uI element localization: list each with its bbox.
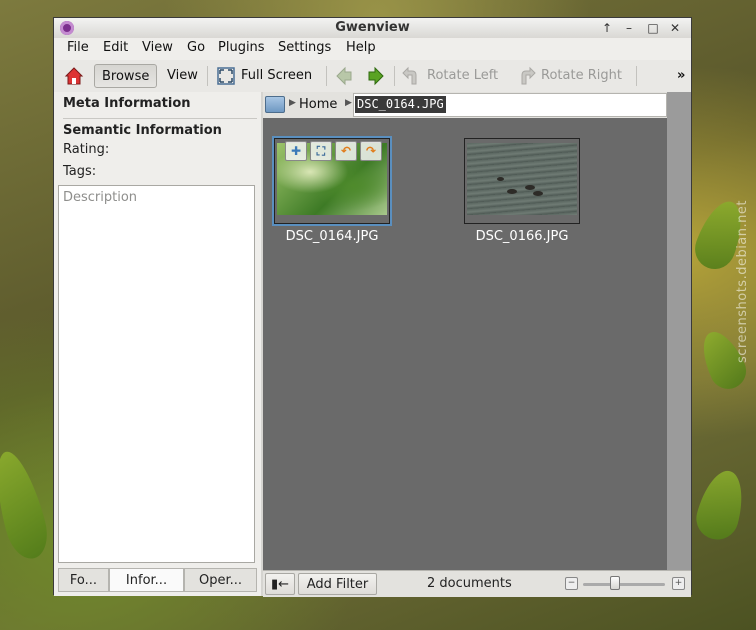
maximize-icon[interactable]: □ [645, 20, 661, 36]
sidebar: Meta Information Semantic Information Ra… [54, 92, 261, 596]
thumbnail-view: ▶ Home ▶ DSC_0164.JPG ✚ ⛶ ↶ ↷ DSC_0164.J… [263, 92, 691, 597]
breadcrumb-separator-icon: ▶ [289, 98, 296, 108]
toggle-sidebar-button[interactable]: ▮← [265, 573, 295, 595]
vertical-scrollbar[interactable] [667, 92, 691, 570]
tab-folders[interactable]: Fo... [58, 568, 109, 592]
previous-arrow-icon[interactable] [335, 64, 355, 88]
arrow-up-icon[interactable]: ↑ [599, 20, 615, 36]
toolbar-separator [207, 66, 208, 86]
next-arrow-icon[interactable] [365, 64, 385, 88]
minimize-icon[interactable]: – [621, 20, 637, 36]
menu-edit[interactable]: Edit [103, 40, 128, 55]
view-button[interactable]: View [167, 64, 198, 88]
rotate-right-icon[interactable]: ↷ [360, 141, 382, 161]
main-toolbar: Browse View Full Screen Rotate Left Rota… [54, 60, 691, 93]
fullscreen-icon[interactable] [216, 64, 236, 88]
background-leaf [691, 465, 751, 545]
divider [63, 118, 257, 119]
window-title: Gwenview [335, 20, 410, 35]
description-textarea[interactable]: Description [58, 185, 255, 563]
path-selected-text: DSC_0164.JPG [355, 96, 446, 113]
thumbnail-caption: DSC_0166.JPG [475, 229, 569, 244]
places-folder-icon[interactable] [265, 96, 285, 113]
tab-information[interactable]: Infor... [109, 568, 184, 592]
zoom-slider-handle[interactable] [609, 576, 620, 590]
menu-settings[interactable]: Settings [278, 40, 331, 55]
duck-shape [507, 189, 517, 194]
menu-plugins[interactable]: Plugins [218, 40, 265, 55]
zoom-out-icon[interactable]: − [565, 577, 578, 590]
close-icon[interactable]: ✕ [667, 20, 683, 36]
menu-file[interactable]: File [67, 40, 89, 55]
fullscreen-button[interactable]: Full Screen [241, 64, 312, 88]
toolbar-separator [394, 66, 395, 86]
thumbnail-image [467, 143, 577, 215]
menu-view[interactable]: View [142, 40, 173, 55]
url-navigator: ▶ Home ▶ DSC_0164.JPG [263, 92, 667, 118]
toolbar-separator [636, 66, 637, 86]
background-leaf [0, 446, 54, 564]
thumbnail-item[interactable] [464, 138, 580, 224]
status-bar: ▮← Add Filter 2 documents − + [263, 570, 691, 597]
home-icon[interactable] [64, 65, 84, 89]
breadcrumb-separator-icon: ▶ [345, 98, 352, 108]
zoom-slider[interactable] [583, 583, 665, 586]
zoom-in-icon[interactable]: + [672, 577, 685, 590]
breadcrumb-home[interactable]: Home [299, 97, 337, 112]
rotate-left-icon[interactable]: ↶ [335, 141, 357, 161]
browse-button[interactable]: Browse [94, 64, 158, 88]
rotate-left-icon[interactable] [402, 64, 422, 88]
meta-information-title: Meta Information [63, 96, 191, 111]
watermark: screenshots.debian.net [735, 200, 750, 363]
document-count: 2 documents [427, 576, 512, 591]
description-placeholder: Description [63, 190, 138, 205]
menu-bar: File Edit View Go Plugins Settings Help [54, 38, 691, 60]
tags-label: Tags: [63, 164, 97, 179]
path-input[interactable]: DSC_0164.JPG [353, 93, 667, 117]
rotate-left-button[interactable]: Rotate Left [427, 64, 498, 88]
fullscreen-icon[interactable]: ⛶ [310, 141, 332, 161]
semantic-information-title: Semantic Information [63, 123, 222, 138]
sidebar-tabs: Fo... Infor... Oper... [58, 568, 257, 592]
thumbnail-caption: DSC_0164.JPG [285, 229, 379, 244]
rotate-right-button[interactable]: Rotate Right [541, 64, 622, 88]
toolbar-separator [326, 66, 327, 86]
menu-go[interactable]: Go [187, 40, 205, 55]
toolbar-overflow-button[interactable]: » [677, 64, 685, 88]
rotate-right-icon[interactable] [516, 64, 536, 88]
menu-help[interactable]: Help [346, 40, 376, 55]
title-bar[interactable]: Gwenview ↑ – □ ✕ [54, 18, 691, 39]
zoom-in-icon[interactable]: ✚ [285, 141, 307, 161]
rating-label: Rating: [63, 142, 110, 157]
tab-operations[interactable]: Oper... [184, 568, 257, 592]
duck-shape [533, 191, 543, 196]
thumbnail-item[interactable]: ✚ ⛶ ↶ ↷ [272, 136, 392, 226]
duck-shape [525, 185, 535, 190]
add-filter-button[interactable]: Add Filter [298, 573, 377, 595]
duck-shape [497, 177, 504, 181]
gwenview-window: Gwenview ↑ – □ ✕ File Edit View Go Plugi… [53, 17, 692, 597]
